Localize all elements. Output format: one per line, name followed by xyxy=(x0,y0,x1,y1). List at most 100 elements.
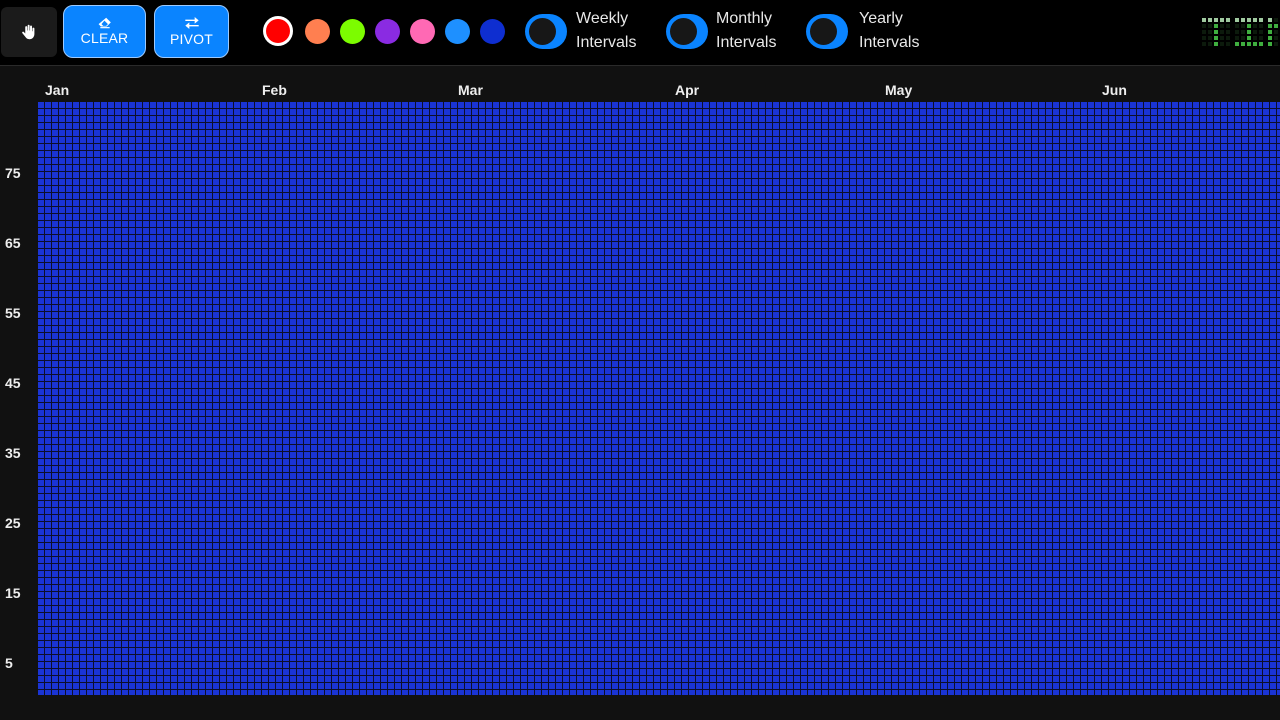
logo-dot xyxy=(1235,30,1239,34)
logo-dot xyxy=(1247,18,1251,22)
logo-dot xyxy=(1259,30,1263,34)
monthly-intervals-toggle[interactable] xyxy=(666,14,708,49)
y-label-65: 65 xyxy=(5,235,21,251)
logo-dot xyxy=(1241,42,1245,46)
toggle-knob xyxy=(529,18,556,45)
logo-dot xyxy=(1220,30,1224,34)
month-label-jun: Jun xyxy=(1102,82,1127,98)
color-swatch-orange[interactable] xyxy=(305,19,330,44)
logo-dot xyxy=(1253,24,1257,28)
logo-dot xyxy=(1202,30,1206,34)
logo-dot xyxy=(1220,18,1224,22)
logo-dot xyxy=(1274,18,1278,22)
logo-dot xyxy=(1226,42,1230,46)
yearly-intervals-toggle[interactable] xyxy=(806,14,848,49)
month-label-feb: Feb xyxy=(262,82,287,98)
logo-dot xyxy=(1208,36,1212,40)
logo-dot xyxy=(1214,30,1218,34)
y-label-5: 5 xyxy=(5,655,13,671)
logo-dot xyxy=(1202,42,1206,46)
pivot-button[interactable]: PIVOT xyxy=(154,5,229,58)
logo-dot xyxy=(1259,18,1263,22)
swap-arrows-icon xyxy=(184,17,199,29)
logo-dot xyxy=(1214,42,1218,46)
logo-dot xyxy=(1202,36,1206,40)
logo-dot xyxy=(1268,24,1272,28)
month-label-apr: Apr xyxy=(675,82,700,98)
logo-dot xyxy=(1247,42,1251,46)
logo-dot xyxy=(1235,36,1239,40)
logo-dot xyxy=(1226,18,1230,22)
logo-dot xyxy=(1268,42,1272,46)
logo-dot xyxy=(1247,24,1251,28)
logo-dot xyxy=(1220,42,1224,46)
toggle-knob xyxy=(810,18,837,45)
logo-dot xyxy=(1235,18,1239,22)
color-swatch-purple[interactable] xyxy=(375,19,400,44)
pivot-button-label: PIVOT xyxy=(169,31,213,47)
color-swatch-blue[interactable] xyxy=(480,19,505,44)
logo-dot xyxy=(1226,30,1230,34)
logo-dot xyxy=(1268,30,1272,34)
logo-dot xyxy=(1220,36,1224,40)
logo-dot xyxy=(1259,36,1263,40)
logo-dot xyxy=(1241,18,1245,22)
y-label-15: 15 xyxy=(5,585,21,601)
monthly-intervals-label: Monthly Intervals xyxy=(716,10,777,51)
weekly-intervals-toggle[interactable] xyxy=(525,14,567,49)
y-label-55: 55 xyxy=(5,305,21,321)
logo-dot xyxy=(1253,36,1257,40)
logo-dot xyxy=(1259,24,1263,28)
logo-dot xyxy=(1214,24,1218,28)
logo-dot xyxy=(1247,30,1251,34)
toolbar: CLEAR PIVOT Weekly Intervals Monthly Interv… xyxy=(0,0,1280,66)
month-label-may: May xyxy=(885,82,913,98)
logo-dot xyxy=(1214,36,1218,40)
logo-dot xyxy=(1253,30,1257,34)
logo-dot xyxy=(1247,36,1251,40)
calendar-grid[interactable] xyxy=(38,102,1280,695)
logo-dot xyxy=(1208,30,1212,34)
month-label-mar: Mar xyxy=(458,82,483,98)
logo-dot xyxy=(1274,42,1278,46)
color-swatch-red[interactable] xyxy=(266,19,290,43)
grid-cells[interactable] xyxy=(38,102,1280,695)
logo-dot xyxy=(1220,24,1224,28)
logo-dot xyxy=(1274,36,1278,40)
hand-icon xyxy=(22,24,35,40)
logo-dot xyxy=(1235,24,1239,28)
logo-dot xyxy=(1208,18,1212,22)
weekly-intervals-label: Weekly Intervals xyxy=(576,10,637,51)
y-label-45: 45 xyxy=(5,375,21,391)
logo-dot xyxy=(1253,42,1257,46)
y-label-35: 35 xyxy=(5,445,21,461)
logo-dot xyxy=(1241,30,1245,34)
color-swatch-lime[interactable] xyxy=(340,19,365,44)
logo xyxy=(1202,16,1280,52)
logo-dot xyxy=(1202,18,1206,22)
y-label-75: 75 xyxy=(5,165,21,181)
logo-dot xyxy=(1274,30,1278,34)
month-label-jan: Jan xyxy=(45,82,70,98)
logo-dot xyxy=(1268,18,1272,22)
logo-dot xyxy=(1208,24,1212,28)
logo-dot xyxy=(1235,42,1239,46)
logo-dot xyxy=(1214,18,1218,22)
logo-dot xyxy=(1241,36,1245,40)
logo-dot xyxy=(1268,36,1272,40)
logo-dot xyxy=(1208,42,1212,46)
logo-dot xyxy=(1226,36,1230,40)
toggle-knob xyxy=(670,18,697,45)
yearly-intervals-label: Yearly Intervals xyxy=(859,10,920,51)
logo-dot xyxy=(1241,24,1245,28)
clear-button[interactable]: CLEAR xyxy=(63,5,146,58)
logo-dot xyxy=(1253,18,1257,22)
logo-dot xyxy=(1202,24,1206,28)
hand-tool-button[interactable] xyxy=(1,7,57,57)
color-swatch-pink[interactable] xyxy=(410,19,435,44)
logo-dot xyxy=(1259,42,1263,46)
y-label-25: 25 xyxy=(5,515,21,531)
color-swatch-sky-blue[interactable] xyxy=(445,19,470,44)
logo-dot xyxy=(1274,24,1278,28)
dot-matrix-logo xyxy=(1202,18,1278,46)
